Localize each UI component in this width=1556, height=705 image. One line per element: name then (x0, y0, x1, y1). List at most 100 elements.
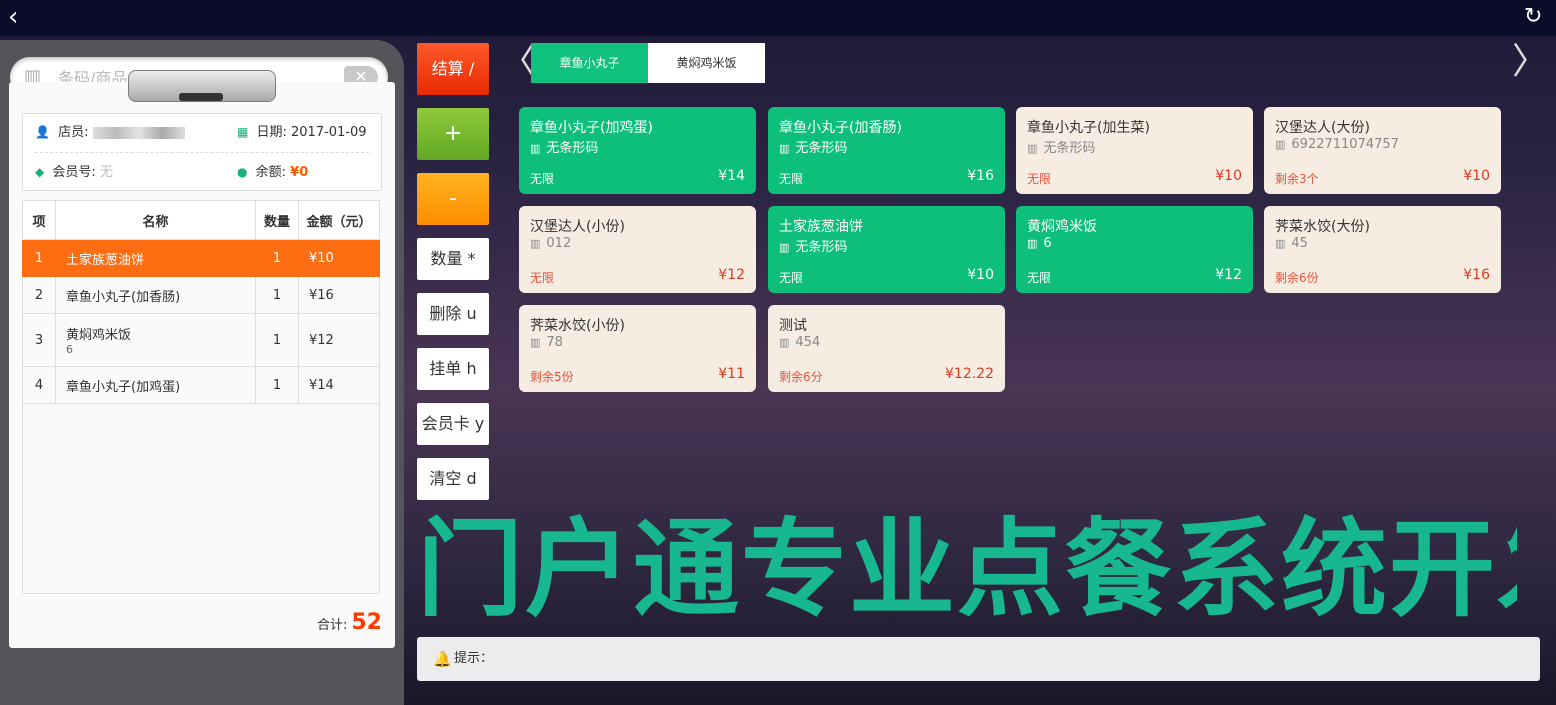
order-total: 合计: 52 (290, 610, 382, 635)
product-name: 荠菜水饺(大份) (1275, 219, 1370, 235)
product-stock: 无限 (779, 271, 804, 285)
barcode-icon: ▥ (1275, 237, 1286, 250)
tab-category[interactable]: 黄焖鸡米饭 (648, 43, 765, 83)
diamond-icon: ◆ (35, 165, 45, 179)
order-row[interactable]: 3 黄焖鸡米饭 6 1 ¥12 (22, 313, 380, 367)
clerk-name-redacted (92, 126, 185, 139)
info-divider (35, 152, 369, 153)
product-card[interactable]: 章鱼小丸子(加生菜) ▥ 无条形码 无限 ¥10 (1016, 107, 1253, 194)
order-row-qty: 1 (255, 313, 299, 367)
total-label: 合计: (316, 618, 348, 633)
product-stock: 无限 (779, 172, 804, 186)
date-value: 2017-01-09 (291, 125, 367, 140)
product-price: ¥12 (1215, 267, 1242, 283)
product-name: 汉堡达人(小份) (530, 219, 625, 235)
product-card[interactable]: 荠菜水饺(大份) ▥ 45 剩余6份 ¥16 (1264, 206, 1501, 293)
product-code-text: 无条形码 (1043, 141, 1096, 156)
order-table: 项 名称 数量 金额（元） 1 土家族葱油饼 1 ¥10 2 章鱼小丸子(加香肠… (22, 200, 380, 404)
barcode-icon: ▥ (1027, 142, 1038, 155)
product-code-text: 78 (546, 335, 563, 350)
chevron-left-icon[interactable]: ‹ (8, 4, 30, 30)
quantity-button[interactable]: 数量 * (417, 238, 489, 280)
clear-order-button[interactable]: 清空 d (417, 458, 489, 500)
product-name: 章鱼小丸子(加生菜) (1027, 120, 1150, 136)
order-row-name: 土家族葱油饼 (55, 239, 256, 277)
product-card[interactable]: 章鱼小丸子(加香肠) ▥ 无条形码 无限 ¥16 (768, 107, 1005, 194)
product-code: ▥ 6922711074757 (1275, 137, 1399, 152)
order-row-name-cell: 黄焖鸡米饭 6 (55, 313, 256, 367)
header-qty: 数量 (255, 200, 299, 240)
order-row[interactable]: 2 章鱼小丸子(加香肠) 1 ¥16 (22, 276, 380, 314)
product-code-text: 454 (795, 335, 821, 350)
clerk-row: 👤 店员: (35, 122, 185, 142)
product-name: 土家族葱油饼 (779, 219, 863, 235)
product-name: 黄焖鸡米饭 (1027, 219, 1097, 235)
product-stock: 无限 (530, 271, 555, 285)
product-stock: 剩余5份 (530, 370, 574, 384)
product-code: ▥ 无条形码 (1027, 137, 1095, 156)
member-card-button[interactable]: 会员卡 y (417, 403, 489, 445)
refresh-icon[interactable]: ↻ (1524, 5, 1546, 29)
product-stock: 无限 (530, 172, 555, 186)
product-code: ▥ 无条形码 (530, 137, 598, 156)
hold-order-button[interactable]: 挂单 h (417, 348, 489, 390)
product-stock: 剩余6份 (1275, 271, 1319, 285)
category-prev-icon[interactable]: 〈 (500, 44, 536, 82)
product-price: ¥16 (1463, 267, 1490, 283)
plus-button[interactable]: + (417, 108, 489, 160)
order-row-name: 章鱼小丸子(加香肠) (55, 276, 256, 314)
product-stock: 剩余6分 (779, 370, 823, 384)
product-card[interactable]: 荠菜水饺(小份) ▥ 78 剩余5份 ¥11 (519, 305, 756, 392)
header-amount: 金额（元） (298, 200, 380, 240)
product-name: 章鱼小丸子(加鸡蛋) (530, 120, 653, 136)
product-stock: 剩余3个 (1275, 172, 1319, 186)
bell-icon: 🔔 (433, 650, 452, 668)
balance-label: 余额: (255, 165, 287, 180)
barcode-icon: ▥ (530, 142, 541, 155)
product-code-text: 无条形码 (546, 141, 599, 156)
category-next-icon[interactable]: 〉 (1512, 44, 1548, 82)
member-label: 会员号: (52, 165, 96, 180)
checkout-button[interactable]: 结算 / (417, 43, 489, 95)
delete-button[interactable]: 删除 u (417, 293, 489, 335)
product-card[interactable]: 测试 ▥ 454 剩余6分 ¥12.22 (768, 305, 1005, 392)
minus-button[interactable]: - (417, 173, 489, 225)
clerk-label: 店员: (58, 125, 89, 140)
order-row-amount: ¥10 (298, 239, 380, 277)
barcode-icon: ▥ (1275, 138, 1286, 151)
order-row-idx: 2 (22, 276, 56, 314)
product-code: ▥ 45 (1275, 236, 1308, 251)
product-name: 测试 (779, 318, 807, 334)
product-price: ¥16 (967, 168, 994, 184)
tab-category[interactable]: 章鱼小丸子 (531, 43, 648, 83)
top-bar: ‹ ↻ (0, 0, 1556, 36)
barcode-icon: ▥ (1027, 237, 1038, 250)
order-row-amount: ¥12 (298, 313, 380, 367)
hint-bar: 🔔 提示： (417, 637, 1540, 681)
product-card[interactable]: 章鱼小丸子(加鸡蛋) ▥ 无条形码 无限 ¥14 (519, 107, 756, 194)
product-card[interactable]: 黄焖鸡米饭 ▥ 6 无限 ¥12 (1016, 206, 1253, 293)
order-row[interactable]: 1 土家族葱油饼 1 ¥10 (22, 239, 380, 277)
order-row-qty: 1 (255, 276, 299, 314)
calendar-icon: ▦ (237, 125, 249, 139)
product-card[interactable]: 土家族葱油饼 ▥ 无条形码 无限 ¥10 (768, 206, 1005, 293)
product-card[interactable]: 汉堡达人(大份) ▥ 6922711074757 剩余3个 ¥10 (1264, 107, 1501, 194)
date-label: 日期: (256, 125, 287, 140)
product-code-text: 45 (1291, 236, 1308, 251)
money-bag-icon: ● (237, 165, 248, 179)
order-row-qty: 1 (255, 239, 299, 277)
product-code-text: 无条形码 (795, 240, 848, 255)
product-price: ¥12.22 (945, 366, 994, 382)
order-info: 👤 店员: ▦ 日期: 2017-01-09 ◆ 会员号: 无 ● 余额: ¥0 (22, 113, 382, 191)
product-price: ¥12 (718, 267, 745, 283)
order-row-name: 黄焖鸡米饭 (66, 328, 132, 343)
product-code-text: 6922711074757 (1291, 137, 1399, 152)
order-row-idx: 3 (22, 313, 56, 367)
barcode-icon: ▥ (530, 237, 541, 250)
product-code: ▥ 78 (530, 335, 563, 350)
order-row[interactable]: 4 章鱼小丸子(加鸡蛋) 1 ¥14 (22, 366, 380, 404)
barcode-icon: ▥ (779, 142, 790, 155)
product-name: 章鱼小丸子(加香肠) (779, 120, 902, 136)
product-card[interactable]: 汉堡达人(小份) ▥ 012 无限 ¥12 (519, 206, 756, 293)
product-price: ¥10 (967, 267, 994, 283)
